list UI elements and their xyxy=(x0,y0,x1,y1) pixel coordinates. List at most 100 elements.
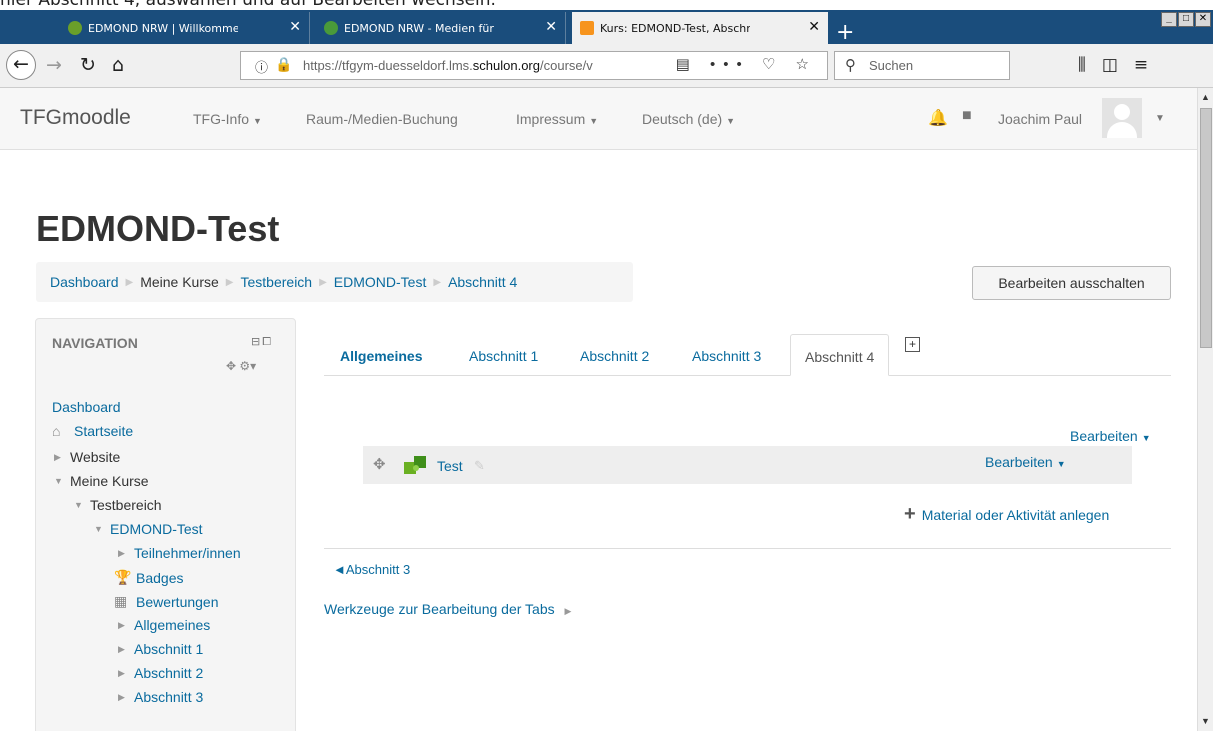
toolbar-right-icons: ⫼◫≡ xyxy=(1078,55,1164,75)
previous-section-link[interactable]: ◄Abschnitt 3 xyxy=(333,562,410,577)
collapse-triangle-icon: ▼ xyxy=(74,500,83,510)
reader-view-icon[interactable]: ▤ xyxy=(676,56,698,73)
breadcrumb-separator-icon: ▶ xyxy=(125,276,134,288)
navigation-heading: NAVIGATION xyxy=(52,335,138,351)
gear-icon[interactable]: ⚙▾ xyxy=(239,359,256,373)
tab-abschnitt-3[interactable]: Abschnitt 3 xyxy=(692,334,761,376)
expand-triangle-icon: ▶ xyxy=(118,619,125,630)
nav-item-testbereich[interactable]: ▼ Testbereich xyxy=(74,497,162,513)
sidebar-icon[interactable]: ◫ xyxy=(1102,55,1134,75)
browser-tab-edmond-medien[interactable]: EDMOND NRW - Medien für Schule ✕ xyxy=(316,12,566,44)
breadcrumb-section[interactable]: Abschnitt 4 xyxy=(448,274,517,290)
menu-icon[interactable]: ≡ xyxy=(1134,55,1164,75)
expand-triangle-icon: ▶ xyxy=(118,643,125,654)
forward-arrow-icon[interactable]: → xyxy=(46,53,62,77)
nav-item-edmond-test[interactable]: ▼ EDMOND-Test xyxy=(94,521,203,537)
more-actions-icon[interactable]: ••• xyxy=(710,56,750,73)
expand-triangle-icon: ▶ xyxy=(118,667,125,678)
trophy-icon: 🏆 xyxy=(114,569,132,585)
browser-tab-kurs-active[interactable]: Kurs: EDMOND-Test, Abschnitt: Ab ✕ xyxy=(572,12,828,44)
back-arrow-icon[interactable]: ← xyxy=(6,50,36,80)
nav-item-badges[interactable]: 🏆 Badges xyxy=(114,569,183,586)
close-tab-icon[interactable]: ✕ xyxy=(808,19,820,35)
menu-raum-medien-buchung[interactable]: Raum-/Medien-Buchung xyxy=(306,111,458,127)
move-icon[interactable]: ✥ xyxy=(226,359,236,373)
tab-tools-toggle[interactable]: Werkzeuge zur Bearbeitung der Tabs ▶ xyxy=(324,601,579,617)
breadcrumb-dashboard[interactable]: Dashboard xyxy=(50,274,119,290)
expand-triangle-icon: ▶ xyxy=(564,606,572,616)
url-text[interactable]: https://tfgym-duesseldorf.lms.schulon.or… xyxy=(303,58,703,73)
minimize-window-icon[interactable]: _ xyxy=(1161,12,1177,27)
caret-down-icon: ▼ xyxy=(726,116,736,126)
browser-search-box[interactable]: ⚲ Suchen xyxy=(834,51,1010,80)
quiz-puzzle-icon xyxy=(404,456,426,474)
messages-icon[interactable]: ■ xyxy=(962,107,972,125)
nav-item-dashboard[interactable]: Dashboard xyxy=(52,399,121,415)
info-icon[interactable]: ⓘ xyxy=(255,57,268,76)
activity-edit-menu[interactable]: Bearbeiten ▼ xyxy=(985,454,1066,470)
nav-item-startseite[interactable]: ⌂ Startseite xyxy=(52,423,133,439)
nav-item-meine-kurse[interactable]: ▼ Meine Kurse xyxy=(54,473,149,489)
caret-down-icon: ▼ xyxy=(1141,433,1151,443)
browser-tab-edmond-willkommen[interactable]: EDMOND NRW | Willkommen | EDM ✕ xyxy=(60,12,310,44)
nav-item-teilnehmer[interactable]: ▶ Teilnehmer/innen xyxy=(118,545,241,561)
user-name[interactable]: Joachim Paul xyxy=(998,111,1082,127)
collapse-block-icon[interactable]: ⊟ xyxy=(251,336,262,348)
bookmark-star-icon[interactable]: ☆ xyxy=(796,56,817,73)
nav-item-allgemeines[interactable]: ▶ Allgemeines xyxy=(118,617,210,633)
site-brand[interactable]: TFGmoodle xyxy=(20,106,131,130)
breadcrumb-testbereich[interactable]: Testbereich xyxy=(241,274,313,290)
nav-item-website[interactable]: ▶ Website xyxy=(54,449,120,465)
close-window-icon[interactable]: ✕ xyxy=(1195,12,1211,27)
dock-block-icon[interactable]: ⧠ xyxy=(262,336,273,348)
menu-impressum[interactable]: Impressum ▼ xyxy=(516,111,598,127)
activity-link-test[interactable]: Test xyxy=(437,458,463,474)
caret-down-icon: ▼ xyxy=(1056,459,1066,469)
pocket-icon[interactable]: ♡ xyxy=(762,56,783,73)
menu-tfg-info[interactable]: TFG-Info ▼ xyxy=(193,111,262,127)
breadcrumb-course[interactable]: EDMOND-Test xyxy=(334,274,427,290)
add-tab-icon[interactable]: + xyxy=(905,337,920,352)
move-icon[interactable]: ✥ xyxy=(373,455,386,473)
menu-language[interactable]: Deutsch (de) ▼ xyxy=(642,111,735,127)
nav-item-abschnitt-2[interactable]: ▶ Abschnitt 2 xyxy=(118,665,203,681)
tab-abschnitt-1[interactable]: Abschnitt 1 xyxy=(469,334,538,376)
edit-title-pencil-icon[interactable]: ✎ xyxy=(474,458,485,474)
tab-abschnitt-4[interactable]: Abschnitt 4 xyxy=(790,334,890,376)
close-tab-icon[interactable]: ✕ xyxy=(545,19,557,35)
breadcrumb-separator-icon: ▶ xyxy=(225,276,234,288)
search-placeholder: Suchen xyxy=(869,58,914,73)
nav-item-abschnitt-3[interactable]: ▶ Abschnitt 3 xyxy=(118,689,203,705)
grades-table-icon: ▦ xyxy=(114,593,128,609)
lock-icon: 🔒 xyxy=(275,56,293,72)
search-icon: ⚲ xyxy=(845,57,856,74)
section-edit-menu[interactable]: Bearbeiten ▼ xyxy=(1070,428,1151,444)
tab-allgemeines[interactable]: Allgemeines xyxy=(340,334,422,376)
user-menu-caret-icon[interactable]: ▼ xyxy=(1155,113,1165,124)
browser-tab-title: Kurs: EDMOND-Test, Abschnitt: Ab xyxy=(600,21,750,35)
tab-abschnitt-2[interactable]: Abschnitt 2 xyxy=(580,334,649,376)
close-tab-icon[interactable]: ✕ xyxy=(289,19,301,35)
nav-item-bewertungen[interactable]: ▦ Bewertungen xyxy=(114,593,219,610)
scrollbar-thumb[interactable] xyxy=(1200,108,1212,348)
maximize-window-icon[interactable]: □ xyxy=(1178,12,1194,27)
home-icon: ⌂ xyxy=(52,423,61,439)
page-title: EDMOND-Test xyxy=(36,208,280,249)
breadcrumb-separator-icon: ▶ xyxy=(319,276,327,288)
address-bar[interactable]: ⓘ 🔒 https://tfgym-duesseldorf.lms.schulo… xyxy=(240,51,828,80)
notification-bell-icon[interactable]: 🔔 xyxy=(928,108,948,128)
expand-triangle-icon: ▶ xyxy=(118,547,125,558)
add-activity-link[interactable]: + Material oder Aktivität anlegen xyxy=(904,503,1109,526)
avatar[interactable] xyxy=(1102,98,1142,138)
nav-item-abschnitt-1[interactable]: ▶ Abschnitt 1 xyxy=(118,641,203,657)
scroll-down-icon[interactable]: ▼ xyxy=(1201,716,1210,726)
library-icon[interactable]: ⫼ xyxy=(1078,55,1102,75)
reload-icon[interactable]: ↻ xyxy=(80,53,96,77)
toggle-editing-button[interactable]: Bearbeiten ausschalten xyxy=(972,266,1171,300)
new-tab-icon[interactable]: + xyxy=(836,20,854,45)
page-scrollbar[interactable]: ▲ ▼ xyxy=(1197,88,1213,731)
section-divider xyxy=(324,548,1171,549)
scroll-up-icon[interactable]: ▲ xyxy=(1201,92,1210,102)
caption-text: hier Abschnitt 4, auswählen und auf Bear… xyxy=(0,0,496,10)
home-icon[interactable]: ⌂ xyxy=(112,53,124,77)
